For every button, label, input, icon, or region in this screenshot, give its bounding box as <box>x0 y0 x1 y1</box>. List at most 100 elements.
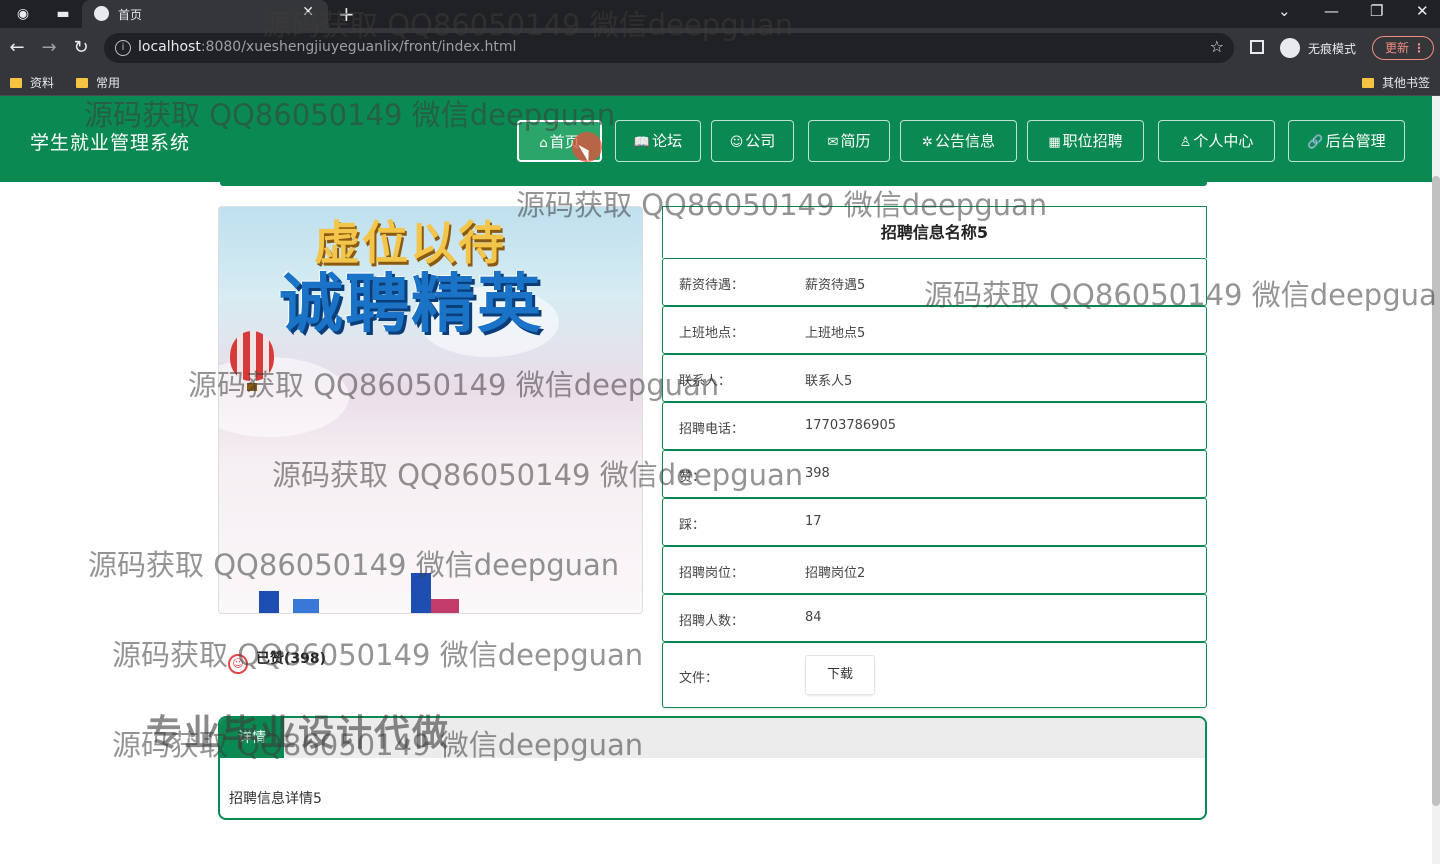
bookmark-folder-1[interactable]: 常用 <box>76 74 120 91</box>
info-value: 398 <box>805 466 830 481</box>
folder-icon <box>10 78 22 88</box>
nav-label: 后台管理 <box>1325 132 1386 150</box>
info-value: 17 <box>805 514 822 529</box>
info-label: 赞： <box>679 470 706 485</box>
link-icon: 🔗 <box>1307 135 1324 150</box>
reload-icon[interactable]: ↻ <box>70 37 92 58</box>
info-value: 17703786905 <box>805 418 896 433</box>
info-label: 招聘人数： <box>679 614 745 629</box>
info-value: 薪资待遇5 <box>805 278 866 293</box>
bookmarks-bar: 资料 常用 其他书签 <box>0 68 1440 96</box>
info-row-location: 上班地点： 上班地点5 <box>662 306 1207 354</box>
bell-icon: ✲ <box>922 135 933 150</box>
nav-label: 个人中心 <box>1193 132 1254 150</box>
info-label: 文件： <box>679 671 719 686</box>
nav-profile-button[interactable]: ♙ 个人中心 <box>1158 120 1275 162</box>
bookmark-label: 常用 <box>96 76 121 90</box>
info-label: 联系人： <box>679 374 732 389</box>
info-label: 薪资待遇： <box>679 278 745 293</box>
grid-icon: ▦ <box>1048 135 1061 150</box>
nav-label: 论坛 <box>652 132 683 150</box>
tab-close-icon[interactable]: ✕ <box>302 4 314 20</box>
info-label: 招聘岗位： <box>679 566 745 581</box>
minimize-icon[interactable]: — <box>1324 2 1339 20</box>
nav-label: 公司 <box>745 132 776 150</box>
like-label: 已赞(398) <box>256 651 327 667</box>
banner-headline-main: 诚聘精英 <box>279 268 543 342</box>
balloon-basket <box>247 383 257 391</box>
recruit-title: 招聘信息名称5 <box>662 206 1207 258</box>
detail-content: 招聘信息详情5 <box>229 791 322 807</box>
window-icon[interactable]: ▬ <box>54 5 72 23</box>
folder-icon <box>1362 78 1374 88</box>
incognito-label: 无痕模式 <box>1308 42 1357 56</box>
user-icon: ♙ <box>1179 135 1192 150</box>
restore-icon[interactable]: ❐ <box>1370 2 1383 20</box>
site-title: 学生就业管理系统 <box>30 132 191 154</box>
menu-dots-icon[interactable]: ⋮ <box>1413 37 1425 59</box>
page-scrollbar[interactable] <box>1432 96 1440 864</box>
bookmark-label: 资料 <box>30 76 55 90</box>
book-icon: 📖 <box>633 135 651 150</box>
nav-resume-button[interactable]: ✉ 简历 <box>808 120 890 162</box>
info-value: 上班地点5 <box>805 326 866 341</box>
tab-title: 首页 <box>118 8 143 22</box>
info-value: 招聘岗位2 <box>805 566 866 581</box>
info-value: 84 <box>805 610 822 625</box>
folder-icon <box>76 78 88 88</box>
globe-icon[interactable]: ◉ <box>14 5 32 23</box>
browser-tab-active[interactable]: 首页 ✕ <box>82 0 328 28</box>
close-window-icon[interactable]: ✕ <box>1416 2 1429 20</box>
browser-toolbar: ← → ↻ i localhost:8080/xueshengjiuyeguan… <box>0 28 1440 68</box>
bookmark-star-icon[interactable]: ☆ <box>1210 37 1224 56</box>
info-row-phone: 招聘电话： 17703786905 <box>662 402 1207 450</box>
smile-icon: ☺ <box>729 135 744 150</box>
building-shape <box>431 599 459 613</box>
tab-favicon-icon <box>94 6 109 21</box>
nav-label: 职位招聘 <box>1062 132 1123 150</box>
recruitment-banner-image: 虚位以待 诚聘精英 <box>218 206 643 614</box>
nav-jobs-button[interactable]: ▦ 职位招聘 <box>1027 120 1144 162</box>
mail-icon: ✉ <box>827 135 839 150</box>
nav-label: 简历 <box>840 132 871 150</box>
watermark-big: 专业毕业设计代做 <box>146 713 451 754</box>
info-row-file: 文件： 下载 <box>662 642 1207 708</box>
back-icon[interactable]: ← <box>6 37 28 58</box>
site-info-icon[interactable]: i <box>115 40 131 56</box>
info-label: 招聘电话： <box>679 422 745 437</box>
like-count[interactable]: ☺ 已赞(398) <box>228 648 326 674</box>
download-button[interactable]: 下载 <box>805 655 875 695</box>
side-panel-icon[interactable] <box>1250 40 1264 54</box>
new-tab-button[interactable]: + <box>338 2 355 26</box>
info-row-dislikes: 踩： 17 <box>662 498 1207 546</box>
update-button[interactable]: 更新 ⋮ <box>1372 36 1434 60</box>
tab-search-chevron-icon[interactable]: ⌄ <box>1278 2 1291 20</box>
url-host: localhost <box>138 39 201 55</box>
other-bookmarks[interactable]: 其他书签 <box>1362 74 1430 91</box>
nav-admin-button[interactable]: 🔗 后台管理 <box>1288 120 1405 162</box>
incognito-icon[interactable] <box>1280 38 1300 58</box>
address-bar[interactable]: i localhost:8080/xueshengjiuyeguanlix/fr… <box>104 33 1234 63</box>
info-label: 踩： <box>679 518 706 533</box>
nav-notice-button[interactable]: ✲ 公告信息 <box>900 120 1017 162</box>
bookmark-folder-0[interactable]: 资料 <box>10 74 54 91</box>
browser-tab-bar: ◉ ▬ 首页 ✕ + ⌄ — ❐ ✕ <box>0 0 1440 28</box>
other-bookmarks-label: 其他书签 <box>1382 76 1431 90</box>
url-path: :8080/xueshengjiuyeguanlix/front/index.h… <box>200 39 517 55</box>
nav-company-button[interactable]: ☺ 公司 <box>711 120 794 162</box>
home-icon: ⌂ <box>539 136 548 151</box>
info-value: 联系人5 <box>805 374 853 389</box>
recruit-info-panel: 招聘信息名称5 薪资待遇： 薪资待遇5 上班地点： 上班地点5 联系人： 联系人… <box>662 206 1207 708</box>
info-label: 上班地点： <box>679 326 745 341</box>
forward-icon[interactable]: → <box>38 37 60 58</box>
building-shape <box>411 573 431 613</box>
smile-like-icon[interactable]: ☺ <box>228 654 248 674</box>
url-text[interactable]: localhost:8080/xueshengjiuyeguanlix/fron… <box>138 39 516 55</box>
site-header: 学生就业管理系统 ⌂ 首页 📖 论坛 ☺ 公司 ✉ 简历 ✲ 公告信息 ▦ 职位招聘 ♙ 个人… <box>0 96 1440 182</box>
info-row-headcount: 招聘人数： 84 <box>662 594 1207 642</box>
building-shape <box>293 599 319 613</box>
nav-forum-button[interactable]: 📖 论坛 <box>615 120 701 162</box>
info-row-position: 招聘岗位： 招聘岗位2 <box>662 546 1207 594</box>
info-row-contact: 联系人： 联系人5 <box>662 354 1207 402</box>
scroll-thumb[interactable] <box>1432 176 1440 806</box>
